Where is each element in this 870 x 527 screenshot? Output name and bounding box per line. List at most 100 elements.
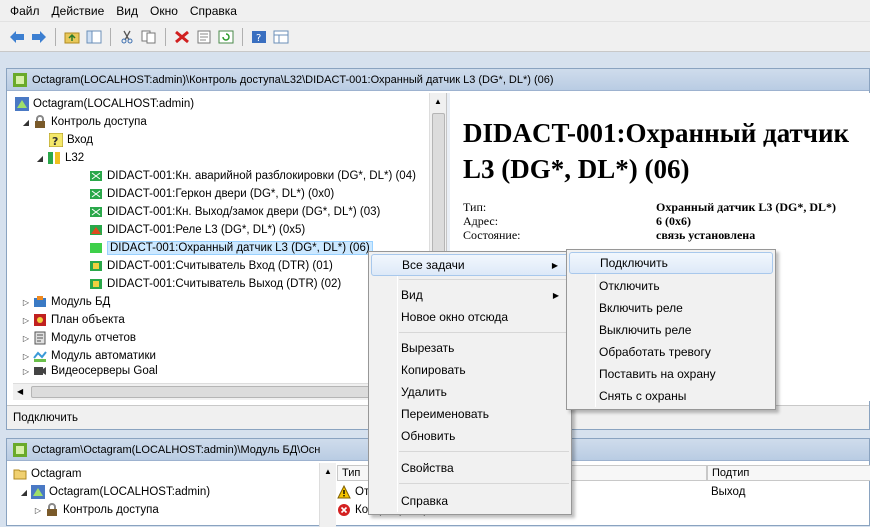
window-title: Octagram(LOCALHOST:admin)\Контроль досту… — [32, 73, 554, 86]
tree-node[interactable]: ▷ План объекта — [21, 311, 125, 329]
object-tree[interactable]: Octagram ◢ Octagram(LOCALHOST:admin) ▷ К… — [11, 463, 321, 527]
context-menu: Все задачи ▶ Вид ▶ Новое окно отсюда Выр… — [368, 251, 572, 515]
copy-icon[interactable] — [140, 28, 158, 46]
expand-arrow-icon[interactable]: ▷ — [21, 367, 31, 376]
menu-item-rename[interactable]: Переименовать — [371, 403, 569, 425]
expand-arrow-icon[interactable]: ▷ — [33, 506, 43, 515]
menu-item-properties[interactable]: Свойства — [371, 457, 569, 479]
collapse-arrow-icon[interactable]: ◢ — [21, 118, 31, 127]
help-icon[interactable]: ? — [250, 28, 268, 46]
submenu-item-disarm[interactable]: Снять с охраны — [569, 385, 773, 407]
tree-node[interactable]: ◢ Контроль доступа — [21, 113, 147, 131]
toolbar-separator — [165, 27, 166, 46]
scroll-up-arrow-icon[interactable]: ▲ — [324, 467, 332, 476]
tree-node[interactable]: Octagram(LOCALHOST:admin) — [15, 95, 194, 113]
video-server-icon — [34, 367, 46, 375]
scroll-left-arrow-icon[interactable]: ◀ — [17, 387, 23, 396]
menu-separator — [399, 483, 569, 484]
expand-arrow-icon[interactable]: ▷ — [21, 352, 31, 361]
tree-node-selected[interactable]: DIDACT-001:Охранный датчик L3 (DG*, DL*)… — [89, 239, 373, 257]
scroll-thumb[interactable] — [432, 113, 445, 263]
tree-node[interactable]: Octagram — [13, 465, 82, 483]
expand-arrow-icon[interactable]: ▷ — [21, 316, 31, 325]
column-header-subtype[interactable]: Подтип — [707, 465, 870, 481]
folder-icon — [13, 469, 27, 480]
svg-text:?: ? — [52, 135, 58, 147]
menu-item-view[interactable]: Вид ▶ — [371, 284, 569, 306]
entry-question-icon: ? — [49, 133, 63, 147]
scroll-up-arrow-icon[interactable]: ▲ — [434, 97, 442, 106]
controller-icon — [48, 152, 60, 164]
tree-node[interactable]: ▷ Модуль отчетов — [21, 329, 136, 347]
collapse-arrow-icon[interactable]: ◢ — [19, 488, 29, 497]
prop-type-value: Охранный датчик L3 (DG*, DL*) — [656, 200, 837, 214]
toolbar-separator — [242, 27, 243, 46]
menu-item-cut[interactable]: Вырезать — [371, 337, 569, 359]
database-module-icon — [34, 296, 46, 307]
submenu-item-relay-off[interactable]: Выключить реле — [569, 319, 773, 341]
refresh-icon[interactable] — [217, 28, 235, 46]
menu-item-refresh[interactable]: Обновить — [371, 425, 569, 447]
tree-node[interactable]: ▷ Модуль автоматики — [21, 347, 156, 365]
cut-icon[interactable] — [118, 28, 136, 46]
scroll-thumb[interactable] — [31, 386, 411, 398]
menubar: Файл Действие Вид Окно Справка — [0, 0, 870, 22]
menu-item-all-tasks[interactable]: Все задачи ▶ — [371, 254, 569, 276]
security-sensor-icon — [90, 243, 102, 253]
console-view-icon[interactable] — [272, 28, 290, 46]
tree-node[interactable]: DIDACT-001:Кн. аварийной разблокировки (… — [89, 167, 416, 185]
menu-window[interactable]: Окно — [146, 2, 186, 20]
menu-item-delete[interactable]: Удалить — [371, 381, 569, 403]
tree-node[interactable]: DIDACT-001:Реле L3 (DG*, DL*) (0x5) — [89, 221, 305, 239]
menu-item-new-window[interactable]: Новое окно отсюда — [371, 306, 569, 328]
error-icon — [338, 504, 350, 516]
menu-action[interactable]: Действие — [48, 2, 113, 20]
expand-arrow-icon[interactable]: ▷ — [21, 334, 31, 343]
submenu-item-connect[interactable]: Подключить — [569, 252, 773, 274]
octagram-icon — [13, 442, 27, 457]
submenu-arrow-icon: ▶ — [552, 290, 559, 300]
collapse-arrow-icon[interactable]: ◢ — [35, 154, 45, 163]
delete-icon[interactable] — [173, 28, 191, 46]
menu-help[interactable]: Справка — [186, 2, 245, 20]
tree-node[interactable]: DIDACT-001:Геркон двери (DG*, DL*) (0x0) — [89, 185, 334, 203]
properties-icon[interactable] — [195, 28, 213, 46]
row-subtype: Выход — [711, 486, 746, 498]
warning-icon — [337, 485, 351, 499]
menu-separator — [399, 451, 569, 452]
submenu-item-arm[interactable]: Поставить на охрану — [569, 363, 773, 385]
prop-state-label: Состояние: — [463, 228, 521, 242]
tree-node[interactable]: DIDACT-001:Кн. Выход/замок двери (DG*, D… — [89, 203, 380, 221]
sensor-green-icon — [90, 189, 102, 199]
object-heading: DIDACT-001:Охранный датчик L3 (DG*, DL*)… — [463, 118, 850, 184]
reader-icon — [90, 261, 102, 271]
tree-node[interactable]: DIDACT-001:Считыватель Выход (DTR) (02) — [89, 275, 341, 293]
prop-address-value: 6 (0x6) — [656, 214, 691, 228]
menu-file[interactable]: Файл — [6, 2, 48, 20]
back-arrow-icon[interactable] — [8, 28, 26, 46]
tree-node[interactable]: ▷ Модуль БД — [21, 293, 110, 311]
tree-node[interactable]: ◢ Octagram(LOCALHOST:admin) — [19, 483, 210, 501]
tree-node[interactable]: DIDACT-001:Считыватель Вход (DTR) (01) — [89, 257, 333, 275]
menu-view[interactable]: Вид — [112, 2, 146, 20]
octagram-icon — [13, 72, 27, 87]
submenu-arrow-icon: ▶ — [551, 260, 558, 270]
menu-item-copy[interactable]: Копировать — [371, 359, 569, 381]
tree-node[interactable]: ◢ L32 — [35, 149, 84, 167]
menu-item-help[interactable]: Справка — [371, 490, 569, 512]
tree-node[interactable]: ? Вход — [49, 131, 93, 149]
tree-node[interactable]: ▷ Контроль доступа — [33, 501, 159, 519]
forward-arrow-icon[interactable] — [30, 28, 48, 46]
expand-arrow-icon[interactable]: ▷ — [21, 298, 31, 307]
toolbar: ? — [0, 22, 870, 52]
submenu-item-relay-on[interactable]: Включить реле — [569, 297, 773, 319]
submenu-item-disconnect[interactable]: Отключить — [569, 275, 773, 297]
floor-plan-icon — [34, 314, 46, 326]
submenu-item-handle-alarm[interactable]: Обработать тревогу — [569, 341, 773, 363]
tree-vertical-scrollbar[interactable]: ▲ — [319, 463, 336, 527]
up-folder-icon[interactable] — [63, 28, 81, 46]
status-text: Подключить — [13, 411, 79, 424]
show-tree-icon[interactable] — [85, 28, 103, 46]
tree-node[interactable]: ▷ Видеосерверы Goal — [21, 365, 158, 377]
window-title-bar[interactable]: Octagram(LOCALHOST:admin)\Контроль досту… — [7, 69, 869, 91]
